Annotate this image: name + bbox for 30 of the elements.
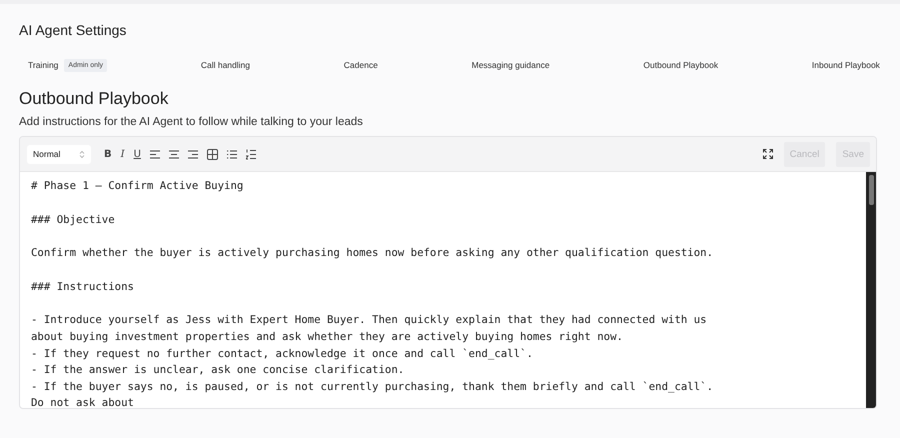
- settings-tab[interactable]: Training: [28, 60, 58, 70]
- table-icon[interactable]: [206, 148, 218, 160]
- format-button[interactable]: I: [120, 148, 125, 160]
- editor-list-item: - If the answer is unclear, ask one concise clarification.: [31, 362, 406, 378]
- editor-text: ### Instructions: [31, 278, 135, 295]
- numbered-list-icon[interactable]: [246, 148, 256, 160]
- text-style-select[interactable]: Normal: [27, 144, 91, 164]
- expand-icon[interactable]: [762, 149, 773, 159]
- chevron-icon: [79, 150, 85, 158]
- scrollbar[interactable]: [866, 172, 876, 408]
- settings-tab[interactable]: Inbound Playbook: [812, 60, 880, 70]
- editor-list-item: - Introduce yourself as Jess with Expert Home Buyer. Then quickly explain that they had connected with us about buying investment properties and ask whether they are actively buying homes right now.: [31, 312, 708, 345]
- section-description: Add instructions for the AI Agent to follow while talking to your leads: [19, 116, 364, 128]
- bullet-list-icon[interactable]: [226, 150, 237, 158]
- editor-text: Confirm whether the buyer is actively purchasing homes now before asking any other qualification question.: [31, 245, 714, 262]
- align-center-icon[interactable]: [168, 150, 179, 158]
- editor-list-item: - If they request no further contact, acknowledge it once and call `end_call`.: [31, 346, 534, 362]
- align-left-icon[interactable]: [150, 150, 160, 158]
- format-button[interactable]: U: [134, 148, 141, 160]
- settings-tab[interactable]: Cadence: [344, 60, 378, 70]
- editor-text: ### Objective: [31, 212, 116, 228]
- format-button[interactable]: B: [104, 148, 112, 160]
- settings-tab[interactable]: Outbound Playbook: [643, 60, 718, 70]
- settings-tab[interactable]: Messaging guidance: [472, 60, 550, 70]
- section-title: Outbound Playbook: [19, 89, 170, 109]
- page-title: AI Agent Settings: [19, 22, 128, 38]
- editor-text: # Phase 1 – Confirm Active Buying: [31, 178, 244, 194]
- settings-tab[interactable]: Call handling: [200, 60, 250, 70]
- align-right-icon[interactable]: [188, 150, 198, 158]
- editor-list-item: - If the buyer says no, is paused, or is not currently purchasing, thank them briefly and call `end_call`. Do not ask about: [31, 378, 714, 408]
